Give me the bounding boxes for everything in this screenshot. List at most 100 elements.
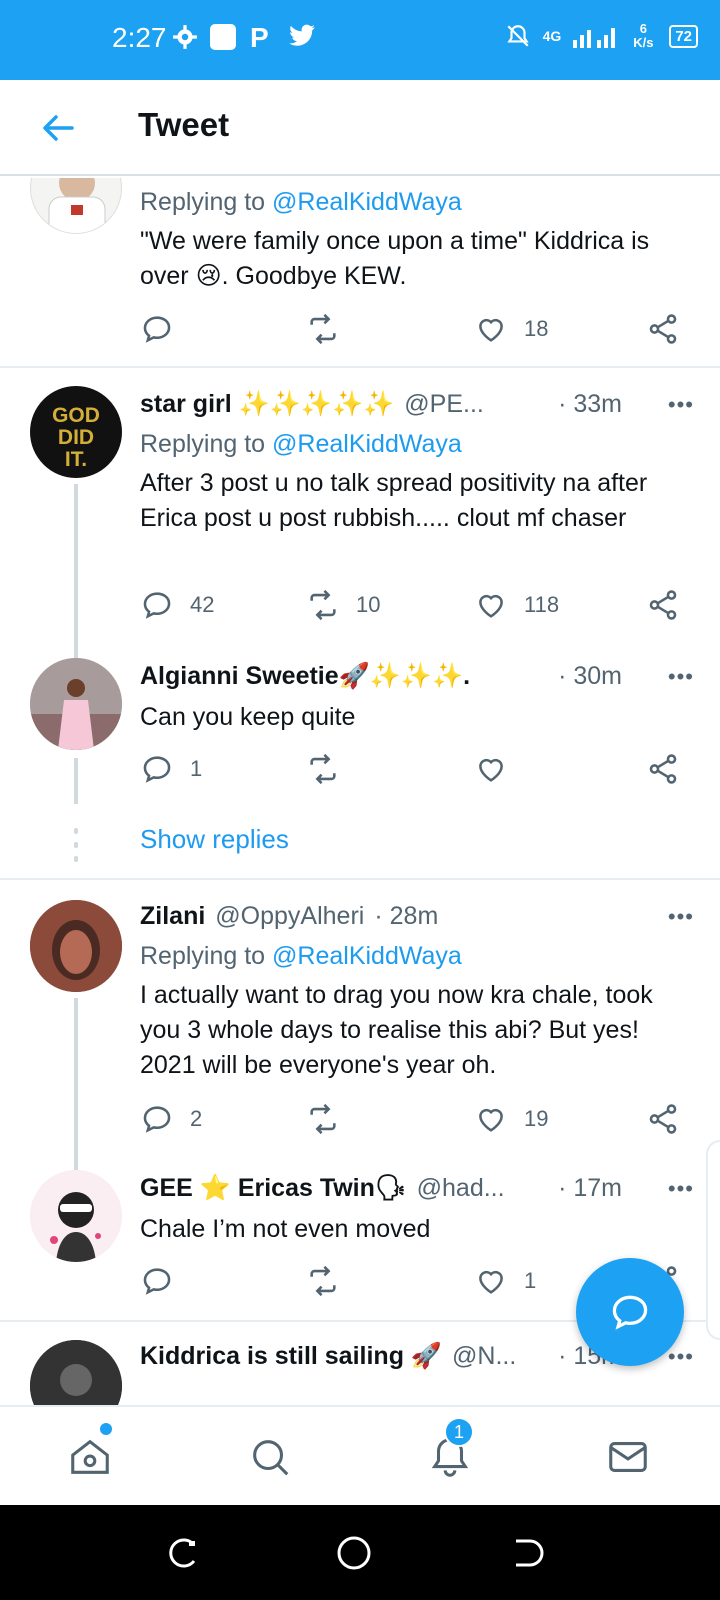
share-icon bbox=[649, 1104, 677, 1134]
display-name[interactable]: Zilani bbox=[140, 902, 205, 931]
replying-to: Replying to @RealKiddWaya bbox=[140, 942, 462, 970]
tweet-item[interactable]: Replying to @RealKiddWaya "We were famil… bbox=[0, 178, 720, 368]
nav-messages[interactable] bbox=[598, 1429, 658, 1485]
more-options-icon[interactable]: ••• bbox=[668, 392, 694, 418]
like-count: 19 bbox=[524, 1106, 549, 1131]
tweet-header: GEE ⭐ Ericas Twin🗣 @had... · 17m ••• bbox=[140, 1174, 694, 1203]
display-name[interactable]: star girl ✨✨✨✨✨ bbox=[140, 390, 394, 419]
tweet-actions: 42 10 118 bbox=[140, 588, 684, 628]
like-button[interactable]: 18 bbox=[474, 312, 548, 346]
reply-count: 42 bbox=[190, 592, 215, 617]
user-handle[interactable]: @had... bbox=[417, 1174, 505, 1203]
back-arrow-icon[interactable] bbox=[38, 108, 78, 148]
page-title: Tweet bbox=[138, 106, 230, 143]
bottom-navigation: 1 bbox=[0, 1405, 720, 1505]
retweet-button[interactable] bbox=[306, 312, 340, 346]
like-button[interactable]: 1 bbox=[474, 1264, 536, 1298]
nav-notifications[interactable]: 1 bbox=[420, 1417, 480, 1485]
like-count: 18 bbox=[524, 316, 549, 341]
tweet-time: · 17m bbox=[558, 1174, 622, 1202]
reply-icon bbox=[143, 592, 171, 619]
share-button[interactable] bbox=[646, 312, 680, 346]
thread-line bbox=[74, 758, 78, 804]
share-button[interactable] bbox=[646, 752, 680, 786]
tweet-item[interactable]: Algianni Sweetie🚀✨✨✨. · 30m ••• Can you … bbox=[0, 658, 720, 808]
replying-to: Replying to @RealKiddWaya bbox=[140, 188, 462, 216]
mention-link[interactable]: @RealKiddWaya bbox=[272, 430, 462, 458]
more-options-icon[interactable]: ••• bbox=[668, 904, 694, 930]
system-navigation-bar bbox=[0, 1505, 720, 1600]
reply-icon bbox=[143, 1268, 171, 1295]
home-circle-icon bbox=[337, 1536, 371, 1570]
like-count: 118 bbox=[524, 592, 560, 617]
recent-apps-button[interactable] bbox=[164, 1533, 204, 1573]
user-avatar[interactable] bbox=[30, 1170, 122, 1262]
display-name[interactable]: Kiddrica is still sailing 🚀 bbox=[140, 1342, 442, 1371]
reply-button[interactable]: 1 bbox=[140, 752, 202, 786]
user-avatar[interactable] bbox=[30, 900, 122, 992]
tweet-header: star girl ✨✨✨✨✨ @PE... · 33m ••• bbox=[140, 390, 694, 419]
like-button[interactable]: 19 bbox=[474, 1102, 548, 1136]
fast-scroll-handle[interactable] bbox=[706, 1140, 720, 1340]
back-icon bbox=[516, 1539, 544, 1567]
more-options-icon[interactable]: ••• bbox=[668, 1176, 694, 1202]
user-handle[interactable]: @OppyAlheri bbox=[215, 902, 364, 931]
like-button[interactable] bbox=[474, 752, 508, 786]
tweet-header: Algianni Sweetie🚀✨✨✨. · 30m ••• bbox=[140, 662, 694, 691]
svg-text:DID: DID bbox=[58, 426, 94, 449]
home-button[interactable] bbox=[334, 1533, 374, 1573]
retweet-icon bbox=[310, 1265, 336, 1297]
display-name[interactable]: GEE ⭐ Ericas Twin🗣 bbox=[140, 1174, 407, 1203]
display-name[interactable]: Algianni Sweetie🚀✨✨✨. bbox=[140, 662, 470, 691]
tweet-actions: 1 bbox=[140, 752, 684, 792]
svg-text:IT.: IT. bbox=[65, 448, 87, 471]
more-options-icon[interactable]: ••• bbox=[668, 1344, 694, 1370]
user-avatar[interactable]: GOD DID IT. bbox=[30, 386, 122, 478]
reply-button[interactable]: 2 bbox=[140, 1102, 202, 1136]
tweet-item[interactable]: GOD DID IT. star girl ✨✨✨✨✨ @PE... · 33m •… bbox=[0, 368, 720, 658]
reply-count: 1 bbox=[190, 756, 203, 781]
reply-button[interactable] bbox=[140, 1264, 174, 1298]
retweet-button[interactable]: 10 bbox=[306, 588, 380, 622]
network-type: 4G bbox=[542, 28, 562, 44]
retweet-button[interactable] bbox=[306, 1264, 340, 1298]
reply-feed[interactable]: Replying to @RealKiddWaya "We were famil… bbox=[0, 178, 720, 1405]
tweet-item[interactable]: Zilani @OppyAlheri · 28m ••• Replying to… bbox=[0, 880, 720, 1170]
share-icon bbox=[649, 314, 677, 344]
heart-icon bbox=[479, 1108, 503, 1132]
like-button[interactable]: 118 bbox=[474, 588, 559, 622]
user-avatar[interactable] bbox=[30, 178, 122, 234]
tweet-actions: 18 bbox=[140, 312, 684, 352]
mention-link[interactable]: @RealKiddWaya bbox=[272, 942, 462, 970]
nav-home[interactable] bbox=[60, 1423, 120, 1485]
more-options-icon[interactable]: ••• bbox=[668, 664, 694, 690]
search-icon bbox=[253, 1440, 289, 1476]
tweet-text: I actually want to drag you now kra chal… bbox=[140, 981, 653, 1079]
new-content-dot bbox=[100, 1423, 112, 1435]
back-button[interactable] bbox=[506, 1533, 546, 1573]
show-replies-link[interactable]: Show replies bbox=[140, 824, 289, 855]
thread-line bbox=[74, 484, 78, 658]
compose-reply-button[interactable] bbox=[576, 1258, 684, 1366]
share-button[interactable] bbox=[646, 1102, 680, 1136]
user-handle[interactable]: @PE... bbox=[404, 390, 484, 419]
tweet-time: · 28m bbox=[374, 902, 439, 930]
user-avatar[interactable] bbox=[30, 658, 122, 750]
retweet-button[interactable] bbox=[306, 1102, 340, 1136]
nav-search[interactable] bbox=[240, 1429, 300, 1485]
tweet-text: Chale I’m not even moved bbox=[140, 1215, 431, 1243]
retweet-count: 10 bbox=[356, 592, 381, 617]
user-avatar[interactable] bbox=[30, 1340, 122, 1405]
mention-link[interactable]: @RealKiddWaya bbox=[272, 188, 462, 216]
retweet-button[interactable] bbox=[306, 752, 340, 786]
thread-dots bbox=[74, 828, 78, 870]
reply-button[interactable]: 42 bbox=[140, 588, 214, 622]
retweet-icon bbox=[310, 589, 336, 621]
home-icon bbox=[71, 1439, 109, 1474]
share-button[interactable] bbox=[646, 588, 680, 622]
reply-button[interactable] bbox=[140, 312, 174, 346]
user-handle[interactable]: @N... bbox=[452, 1342, 516, 1371]
notification-badge: 1 bbox=[444, 1417, 474, 1447]
settings-gear-icon bbox=[172, 24, 198, 50]
share-icon bbox=[649, 754, 677, 784]
